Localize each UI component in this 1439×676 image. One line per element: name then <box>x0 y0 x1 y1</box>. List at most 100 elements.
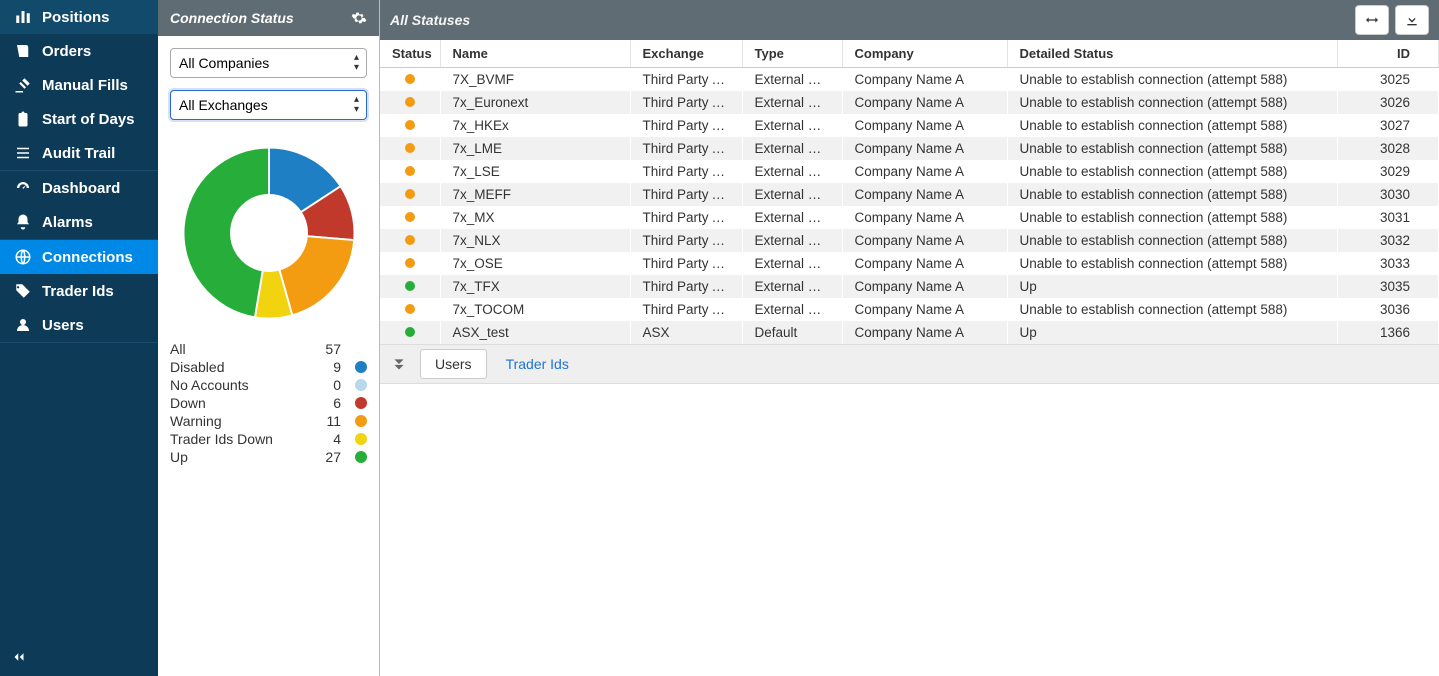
filter-panel: Connection Status All Companies ▴▾ All E… <box>158 0 380 676</box>
status-cell <box>380 137 440 160</box>
status-dot-icon <box>405 143 415 153</box>
chevrons-down-icon[interactable] <box>388 353 410 375</box>
exchange-cell: Third Party Algo <box>630 275 742 298</box>
detailed-status-cell: Unable to establish connection (attempt … <box>1007 68 1337 92</box>
legend-row[interactable]: All 57 <box>170 340 367 358</box>
connections-table: StatusNameExchangeTypeCompanyDetailed St… <box>380 40 1439 344</box>
column-header[interactable]: ID <box>1337 40 1439 68</box>
company-cell: Company Name A <box>842 252 1007 275</box>
table-row[interactable]: 7x_Euronext Third Party Algo External Co… <box>380 91 1439 114</box>
detailed-status-cell: Unable to establish connection (attempt … <box>1007 229 1337 252</box>
sidebar-item-dashboard[interactable]: Dashboard <box>0 171 158 205</box>
bar-icon <box>14 8 32 26</box>
export-button[interactable] <box>1395 5 1429 35</box>
legend-swatch <box>355 415 367 427</box>
tag-icon <box>14 282 32 300</box>
status-cell <box>380 229 440 252</box>
column-header[interactable]: Name <box>440 40 630 68</box>
status-cell <box>380 68 440 92</box>
table-row[interactable]: 7x_LSE Third Party Algo External Connect… <box>380 160 1439 183</box>
legend-row[interactable]: No Accounts 0 <box>170 376 367 394</box>
status-cell <box>380 275 440 298</box>
sidebar-item-audit[interactable]: Audit Trail <box>0 136 158 170</box>
panel-title: Connection Status <box>170 10 294 26</box>
donut-slice[interactable] <box>183 148 268 318</box>
companies-select-wrap: All Companies ▴▾ <box>170 48 367 78</box>
sidebar-item-label: Alarms <box>42 214 93 231</box>
exchange-cell: Third Party Algo <box>630 160 742 183</box>
sidebar-item-connections[interactable]: Connections <box>0 240 158 274</box>
status-cell <box>380 91 440 114</box>
table-row[interactable]: 7x_LME Third Party Algo External Connect… <box>380 137 1439 160</box>
id-cell: 3025 <box>1337 68 1439 92</box>
sidebar-item-orders[interactable]: Orders <box>0 34 158 68</box>
clip-icon <box>14 110 32 128</box>
legend-row[interactable]: Up 27 <box>170 448 367 466</box>
table-row[interactable]: 7x_HKEx Third Party Algo External Connec… <box>380 114 1439 137</box>
autosize-columns-button[interactable] <box>1355 5 1389 35</box>
legend-count: 9 <box>311 359 341 375</box>
id-cell: 3029 <box>1337 160 1439 183</box>
name-cell: 7x_MEFF <box>440 183 630 206</box>
name-cell: 7x_HKEx <box>440 114 630 137</box>
table-row[interactable]: ASX_test ASX Default Company Name A Up 1… <box>380 321 1439 344</box>
company-cell: Company Name A <box>842 206 1007 229</box>
legend-row[interactable]: Disabled 9 <box>170 358 367 376</box>
detailed-status-cell: Unable to establish connection (attempt … <box>1007 91 1337 114</box>
column-header[interactable]: Detailed Status <box>1007 40 1337 68</box>
companies-select[interactable]: All Companies <box>170 48 367 78</box>
donut-slice[interactable] <box>279 236 354 315</box>
sidebar-item-sod[interactable]: Start of Days <box>0 102 158 136</box>
id-cell: 3033 <box>1337 252 1439 275</box>
sidebar-item-label: Trader Ids <box>42 283 114 300</box>
table-row[interactable]: 7x_OSE Third Party Algo External Connect… <box>380 252 1439 275</box>
main-title: All Statuses <box>390 12 470 28</box>
sidebar-collapse-button[interactable] <box>0 638 158 676</box>
column-header[interactable]: Company <box>842 40 1007 68</box>
company-cell: Company Name A <box>842 183 1007 206</box>
detailed-status-cell: Unable to establish connection (attempt … <box>1007 252 1337 275</box>
legend-count: 11 <box>311 413 341 429</box>
column-header[interactable]: Status <box>380 40 440 68</box>
status-dot-icon <box>405 212 415 222</box>
gear-icon[interactable] <box>351 10 367 26</box>
status-cell <box>380 206 440 229</box>
legend-count: 27 <box>311 449 341 465</box>
legend-row[interactable]: Warning 11 <box>170 412 367 430</box>
column-header[interactable]: Type <box>742 40 842 68</box>
column-header[interactable]: Exchange <box>630 40 742 68</box>
status-cell <box>380 160 440 183</box>
table-row[interactable]: 7X_BVMF Third Party Algo External Connec… <box>380 68 1439 92</box>
detail-area <box>380 384 1439 676</box>
subtab-trader-ids[interactable]: Trader Ids <box>491 349 584 379</box>
sidebar-item-manualfills[interactable]: Manual Fills <box>0 68 158 102</box>
sidebar-item-label: Manual Fills <box>42 77 128 94</box>
legend-count: 57 <box>311 341 341 357</box>
sidebar-item-alarms[interactable]: Alarms <box>0 205 158 239</box>
table-row[interactable]: 7x_MX Third Party Algo External Connecti… <box>380 206 1439 229</box>
table-row[interactable]: 7x_TFX Third Party Algo External Connect… <box>380 275 1439 298</box>
subtab-users[interactable]: Users <box>420 349 487 379</box>
id-cell: 3030 <box>1337 183 1439 206</box>
exchanges-select[interactable]: All Exchanges <box>170 90 367 120</box>
table-row[interactable]: 7x_TOCOM Third Party Algo External Conne… <box>380 298 1439 321</box>
table-row[interactable]: 7x_NLX Third Party Algo External Connect… <box>380 229 1439 252</box>
legend-row[interactable]: Down 6 <box>170 394 367 412</box>
exchange-cell: Third Party Algo <box>630 137 742 160</box>
sidebar-item-label: Orders <box>42 43 91 60</box>
sidebar-item-traderids[interactable]: Trader Ids <box>0 274 158 308</box>
legend-row[interactable]: Trader Ids Down 4 <box>170 430 367 448</box>
legend-count: 6 <box>311 395 341 411</box>
sidebar-item-positions[interactable]: Positions <box>0 0 158 34</box>
type-cell: External Connecti... <box>742 68 842 92</box>
exchange-cell: Third Party Algo <box>630 68 742 92</box>
legend-label: Disabled <box>170 359 303 375</box>
table-row[interactable]: 7x_MEFF Third Party Algo External Connec… <box>380 183 1439 206</box>
status-cell <box>380 252 440 275</box>
detailed-status-cell: Unable to establish connection (attempt … <box>1007 160 1337 183</box>
detailed-status-cell: Unable to establish connection (attempt … <box>1007 137 1337 160</box>
sidebar-item-label: Start of Days <box>42 111 135 128</box>
detailed-status-cell: Unable to establish connection (attempt … <box>1007 206 1337 229</box>
type-cell: External Connecti... <box>742 160 842 183</box>
sidebar-item-users[interactable]: Users <box>0 308 158 342</box>
